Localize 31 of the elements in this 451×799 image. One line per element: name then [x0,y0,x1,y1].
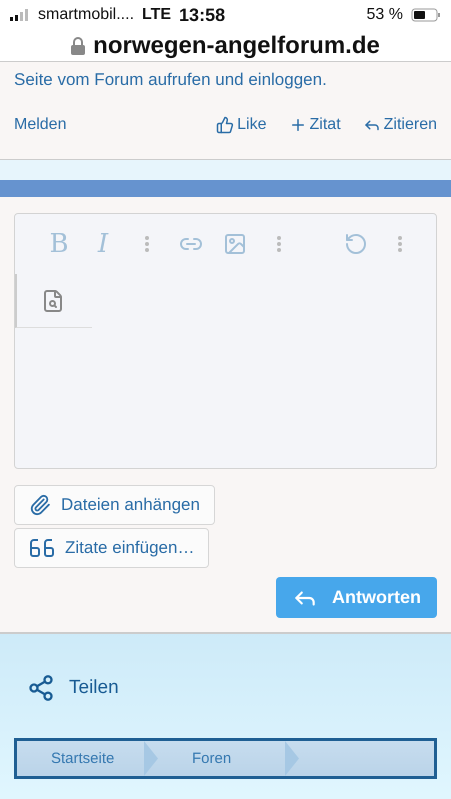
reply-button[interactable]: Antworten [276,577,437,618]
breadcrumb-link[interactable]: Startseite [17,741,144,776]
report-link[interactable]: Melden [14,116,66,134]
battery-percent: 53 % [366,6,403,24]
page-url[interactable]: norwegen-angelforum.de [93,32,380,60]
preview-icon[interactable] [41,288,65,312]
undo-icon[interactable] [344,232,368,256]
clock-time: 13:58 [179,4,226,26]
chevron-icon [285,741,299,776]
post-text: Seite vom Forum aufrufen und einloggen. [14,70,328,90]
carrier-name: smartmobil.... [38,6,134,24]
more-icon[interactable] [276,235,282,253]
like-link[interactable]: Like [216,116,267,134]
network-type: LTE [142,6,172,24]
share-icon [27,674,55,702]
reply-link[interactable]: Zitieren [362,116,437,134]
signal-icon [10,9,30,21]
thumbs-up-icon [216,116,234,134]
more-icon[interactable] [144,235,150,253]
lock-icon [71,36,86,54]
paperclip-icon [29,494,51,516]
attach-files-button[interactable]: Dateien anhängen [14,485,215,525]
insert-quotes-button[interactable]: Zitate einfügen… [14,528,210,568]
image-icon[interactable] [223,232,247,256]
quote-icon [29,538,55,558]
breadcrumb-link[interactable]: Foren [158,741,285,776]
chevron-icon [144,741,158,776]
battery-icon [411,8,441,22]
more-icon[interactable] [397,235,403,253]
share-link[interactable]: Teilen [14,674,437,702]
add-link[interactable]: Zitat [288,116,341,134]
